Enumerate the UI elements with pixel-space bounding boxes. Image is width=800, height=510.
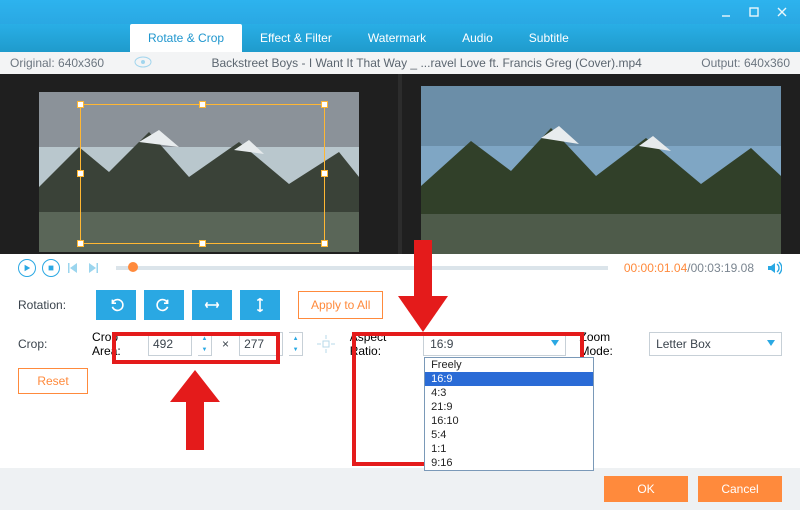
volume-icon[interactable] — [766, 260, 782, 276]
crop-height-input[interactable] — [239, 332, 283, 356]
original-preview[interactable] — [0, 74, 398, 254]
ok-button[interactable]: OK — [604, 476, 688, 502]
zoom-mode-value: Letter Box — [656, 337, 711, 351]
rotate-right-button[interactable] — [144, 290, 184, 320]
chevron-down-icon — [551, 340, 559, 346]
rotate-left-button[interactable] — [96, 290, 136, 320]
aspect-option-4-3[interactable]: 4:3 — [425, 386, 593, 400]
aspect-ratio-value: 16:9 — [430, 337, 453, 351]
crop-area-group: Crop Area: ▲▼ × ▲▼ — [92, 330, 303, 358]
original-size-label: Original: 640x360 — [10, 56, 104, 70]
seek-knob[interactable] — [128, 262, 138, 272]
preview-area — [0, 74, 800, 254]
aspect-option-freely[interactable]: Freely — [425, 358, 593, 372]
tab-watermark[interactable]: Watermark — [350, 24, 444, 52]
maximize-button[interactable] — [742, 3, 766, 21]
cancel-button[interactable]: Cancel — [698, 476, 782, 502]
controls-panel: Rotation: Apply to All Crop: Crop Area: … — [0, 282, 800, 394]
stop-button[interactable] — [42, 259, 60, 277]
chevron-down-icon — [767, 340, 775, 346]
close-button[interactable] — [770, 3, 794, 21]
crop-handle-mr[interactable] — [321, 170, 328, 177]
tab-subtitle[interactable]: Subtitle — [511, 24, 587, 52]
crop-handle-bl[interactable] — [77, 240, 84, 247]
aspect-ratio-dropdown[interactable]: Freely 16:9 4:3 21:9 16:10 5:4 1:1 9:16 — [424, 357, 594, 471]
crop-handle-tm[interactable] — [199, 101, 206, 108]
zoom-mode-select[interactable]: Letter Box — [649, 332, 782, 356]
aspect-ratio-select[interactable]: 16:9 Freely 16:9 4:3 21:9 16:10 5:4 1:1 … — [423, 332, 565, 356]
aspect-ratio-label: Aspect Ratio: — [350, 330, 417, 358]
aspect-option-5-4[interactable]: 5:4 — [425, 428, 593, 442]
title-bar — [0, 0, 800, 24]
chevron-down-icon[interactable]: ▼ — [289, 344, 302, 355]
crop-handle-tl[interactable] — [77, 101, 84, 108]
chevron-down-icon[interactable]: ▼ — [198, 344, 211, 355]
tab-effect-filter[interactable]: Effect & Filter — [242, 24, 350, 52]
aspect-option-9-16[interactable]: 9:16 — [425, 456, 593, 470]
output-size-label: Output: 640x360 — [701, 56, 790, 70]
play-button[interactable] — [18, 259, 36, 277]
crop-row: Crop: Crop Area: ▲▼ × ▲▼ Aspect Ratio: 1… — [18, 330, 782, 358]
aspect-option-1-1[interactable]: 1:1 — [425, 442, 593, 456]
crop-height-spinner[interactable]: ▲▼ — [289, 332, 303, 356]
tab-rotate-crop[interactable]: Rotate & Crop — [130, 24, 242, 52]
crop-handle-br[interactable] — [321, 240, 328, 247]
next-frame-button[interactable] — [86, 261, 100, 275]
file-title: Backstreet Boys - I Want It That Way _ .… — [152, 56, 701, 70]
rotation-label: Rotation: — [18, 298, 96, 312]
aspect-ratio-group: Aspect Ratio: 16:9 Freely 16:9 4:3 21:9 … — [350, 330, 566, 358]
chevron-up-icon[interactable]: ▲ — [198, 333, 211, 344]
times-icon: × — [222, 337, 229, 351]
crop-handle-ml[interactable] — [77, 170, 84, 177]
zoom-mode-label: Zoom Mode: — [580, 330, 644, 358]
crop-rectangle[interactable] — [80, 104, 325, 244]
seek-slider[interactable] — [116, 266, 608, 270]
flip-horizontal-button[interactable] — [192, 290, 232, 320]
play-bar: 00:00:01.04/00:03:19.08 — [0, 254, 800, 282]
apply-to-all-button[interactable]: Apply to All — [298, 291, 383, 319]
aspect-option-16-9[interactable]: 16:9 — [425, 372, 593, 386]
crop-width-spinner[interactable]: ▲▼ — [198, 332, 212, 356]
minimize-button[interactable] — [714, 3, 738, 21]
crop-handle-bm[interactable] — [199, 240, 206, 247]
crop-width-input[interactable] — [148, 332, 192, 356]
flip-vertical-button[interactable] — [240, 290, 280, 320]
time-display: 00:00:01.04/00:03:19.08 — [624, 261, 754, 275]
tab-audio[interactable]: Audio — [444, 24, 511, 52]
time-current: 00:00:01.04 — [624, 261, 687, 275]
zoom-mode-group: Zoom Mode: Letter Box — [580, 330, 783, 358]
center-crop-button[interactable] — [313, 332, 340, 356]
chevron-up-icon[interactable]: ▲ — [289, 333, 302, 344]
rotation-row: Rotation: Apply to All — [18, 290, 782, 320]
aspect-option-21-9[interactable]: 21:9 — [425, 400, 593, 414]
output-preview — [402, 74, 800, 254]
prev-frame-button[interactable] — [66, 261, 80, 275]
crop-area-label: Crop Area: — [92, 330, 142, 358]
reset-row: Reset — [18, 368, 782, 394]
crop-label: Crop: — [18, 337, 92, 351]
editor-tabs: Rotate & Crop Effect & Filter Watermark … — [0, 24, 800, 52]
preview-eye-icon[interactable] — [134, 56, 152, 71]
time-total: 00:03:19.08 — [691, 261, 754, 275]
aspect-option-16-10[interactable]: 16:10 — [425, 414, 593, 428]
crop-handle-tr[interactable] — [321, 101, 328, 108]
info-bar: Original: 640x360 Backstreet Boys - I Wa… — [0, 52, 800, 74]
dialog-footer: OK Cancel — [0, 468, 800, 510]
reset-button[interactable]: Reset — [18, 368, 88, 394]
